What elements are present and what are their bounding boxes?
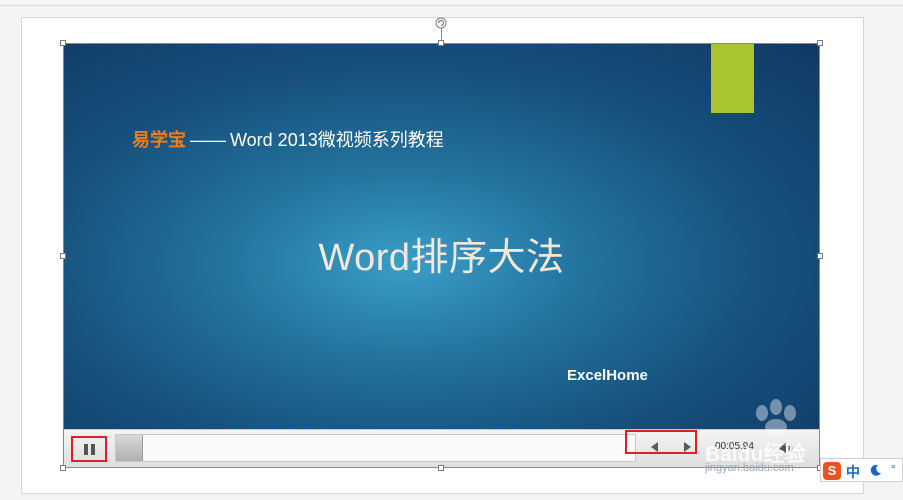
ime-mode[interactable]: 中 bbox=[846, 462, 860, 482]
moon-icon[interactable] bbox=[869, 463, 883, 477]
progress-thumb[interactable] bbox=[116, 435, 143, 461]
ime-punct[interactable]: ° bbox=[891, 462, 896, 476]
watermark-url: jingyan.baidu.com bbox=[705, 462, 794, 474]
resize-handle-top[interactable] bbox=[438, 40, 444, 46]
resize-handle-top-left[interactable] bbox=[60, 40, 66, 46]
resize-handle-left[interactable] bbox=[60, 253, 66, 259]
resize-handle-bottom-left[interactable] bbox=[60, 465, 66, 471]
rotate-handle-icon[interactable] bbox=[434, 16, 448, 30]
progress-track[interactable] bbox=[115, 434, 636, 462]
accent-bar bbox=[711, 44, 754, 113]
ime-logo[interactable]: S bbox=[823, 462, 841, 480]
resize-handle-bottom[interactable] bbox=[438, 465, 444, 471]
resize-handle-top-right[interactable] bbox=[817, 40, 823, 46]
resize-handle-right[interactable] bbox=[817, 253, 823, 259]
previous-frame-icon[interactable] bbox=[651, 442, 658, 452]
slide-subtitle: 易学宝 —— Word 2013微视频系列教程 bbox=[132, 126, 444, 152]
ime-toolbar[interactable]: S 中 ° bbox=[820, 458, 903, 482]
subtitle-text: Word 2013微视频系列教程 bbox=[230, 130, 444, 150]
next-frame-icon[interactable] bbox=[684, 442, 691, 452]
slide-credit: ExcelHome bbox=[567, 367, 648, 384]
brand-name: 易学宝 bbox=[132, 130, 186, 150]
slide-title: Word排序大法 bbox=[318, 237, 565, 279]
subtitle-dash: —— bbox=[190, 130, 226, 150]
pause-button[interactable] bbox=[71, 436, 107, 462]
ruler-line bbox=[0, 5, 903, 6]
